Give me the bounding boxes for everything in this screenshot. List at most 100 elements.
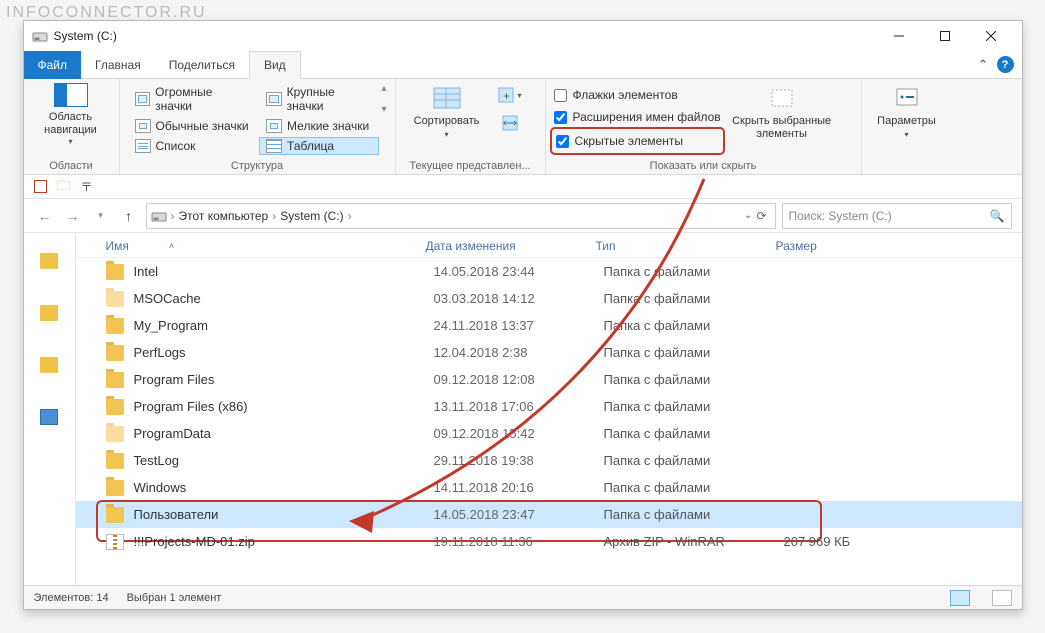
file-row[interactable]: Пользователи14.05.2018 23:47Папка с файл…	[76, 501, 1022, 528]
file-date: 09.12.2018 12:08	[434, 372, 604, 387]
sidebar-quick-access-icon[interactable]	[40, 253, 58, 269]
crumb-drive[interactable]: System (C:)	[280, 209, 343, 223]
checkbox-item-flags[interactable]: Флажки элементов	[554, 85, 721, 105]
menu-view[interactable]: Вид	[249, 51, 301, 79]
column-header-date[interactable]: Дата изменения	[426, 239, 596, 253]
sidebar-folder-icon[interactable]	[40, 357, 58, 373]
chevron-right-icon[interactable]: ›	[348, 209, 352, 223]
search-input[interactable]: Поиск: System (C:) 🔍	[782, 203, 1012, 229]
checkbox-file-extensions[interactable]: Расширения имен файлов	[554, 107, 721, 127]
select-all-checkbox[interactable]	[34, 180, 47, 193]
file-type: Папка с файлами	[604, 453, 784, 468]
column-header-type[interactable]: Тип	[596, 239, 776, 253]
file-row[interactable]: Intel14.05.2018 23:44Папка с файлами	[76, 258, 1022, 285]
address-dropdown-icon[interactable]: ⌄	[744, 210, 752, 221]
close-button[interactable]	[968, 21, 1014, 51]
filter-indicator-icon[interactable]: 〒	[81, 178, 93, 195]
folder-icon	[106, 372, 124, 388]
hide-selected-button[interactable]: Скрыть выбранные элементы	[727, 83, 837, 141]
file-row[interactable]: !!!Projects-MD-01.zip19.11.2018 11:36Арх…	[76, 528, 1022, 555]
ribbon-group-regions-label: Области	[32, 158, 111, 172]
sort-button[interactable]: Сортировать ▾	[404, 83, 490, 141]
file-name: Пользователи	[134, 507, 434, 522]
search-icon: 🔍	[990, 209, 1005, 223]
maximize-icon	[940, 31, 950, 41]
nav-up-button[interactable]: ↑	[118, 205, 140, 227]
sidebar-folder-icon[interactable]	[40, 305, 58, 321]
file-date: 14.05.2018 23:44	[434, 264, 604, 279]
file-rows: Intel14.05.2018 23:44Папка с файламиMSOC…	[76, 258, 1022, 585]
nav-pane-icon	[54, 83, 88, 107]
maximize-button[interactable]	[922, 21, 968, 51]
explorer-window: System (C:) Файл Главная Поделиться Вид …	[23, 20, 1023, 610]
file-type: Папка с файлами	[604, 399, 784, 414]
menu-share[interactable]: Поделиться	[155, 51, 249, 79]
ribbon-group-showhide-label: Показать или скрыть	[554, 158, 853, 172]
layout-small-icons[interactable]: Мелкие значки	[259, 117, 379, 135]
file-name: MSOCache	[134, 291, 434, 306]
file-date: 12.04.2018 2:38	[434, 345, 604, 360]
file-row[interactable]: MSOCache03.03.2018 14:12Папка с файлами	[76, 285, 1022, 312]
view-details-button[interactable]	[950, 590, 970, 606]
file-date: 14.11.2018 20:16	[434, 480, 604, 495]
layout-large-icons[interactable]: Крупные значки	[259, 83, 379, 115]
autosize-button[interactable]	[496, 111, 524, 135]
chevron-right-icon[interactable]: ›	[171, 209, 175, 223]
layout-scroll-up-icon[interactable]: ▴	[381, 83, 386, 94]
nav-recent-button[interactable]: ▾	[90, 205, 112, 227]
file-row[interactable]: Windows14.11.2018 20:16Папка с файлами	[76, 474, 1022, 501]
file-row[interactable]: TestLog29.11.2018 19:38Папка с файлами	[76, 447, 1022, 474]
layout-list[interactable]: Список	[128, 137, 258, 155]
sidebar-this-pc-icon[interactable]	[40, 409, 58, 425]
checkbox-flags-label: Флажки элементов	[573, 88, 678, 102]
sort-label: Сортировать	[414, 115, 480, 128]
file-row[interactable]: ProgramData09.12.2018 15:42Папка с файла…	[76, 420, 1022, 447]
chevron-right-icon[interactable]: ›	[272, 209, 276, 223]
file-row[interactable]: Program Files (x86)13.11.2018 17:06Папка…	[76, 393, 1022, 420]
window-title: System (C:)	[54, 29, 117, 43]
options-icon	[891, 85, 923, 111]
help-icon[interactable]: ?	[997, 56, 1014, 73]
layout-normal-icons[interactable]: Обычные значки	[128, 117, 258, 135]
file-row[interactable]: Program Files09.12.2018 12:08Папка с фай…	[76, 366, 1022, 393]
column-header-name[interactable]: Имя˄	[106, 239, 426, 253]
column-header-size[interactable]: Размер	[776, 239, 896, 253]
breadcrumb[interactable]: › Этот компьютер › System (C:) › ⌄ ⟳	[146, 203, 776, 229]
statusbar: Элементов: 14 Выбран 1 элемент	[24, 585, 1022, 609]
titlebar: System (C:)	[24, 21, 1022, 51]
search-placeholder: Поиск: System (C:)	[789, 209, 892, 223]
refresh-icon[interactable]: ⟳	[756, 209, 766, 223]
view-thumbnails-button[interactable]	[992, 590, 1012, 606]
options-button[interactable]: Параметры ▾	[870, 83, 944, 141]
minimize-button[interactable]	[876, 21, 922, 51]
checkbox-ext-label: Расширения имен файлов	[573, 110, 721, 124]
menu-home[interactable]: Главная	[81, 51, 155, 79]
file-row[interactable]: PerfLogs12.04.2018 2:38Папка с файлами	[76, 339, 1022, 366]
zip-icon	[106, 534, 124, 550]
nav-forward-button[interactable]: →	[62, 205, 84, 227]
layout-scroll-down-icon[interactable]: ▾	[381, 104, 386, 115]
drive-icon	[151, 208, 167, 224]
file-size: 207 969 КБ	[784, 534, 904, 549]
file-type: Папка с файлами	[604, 318, 784, 333]
status-count: Элементов: 14	[34, 592, 109, 604]
ribbon-collapse-icon[interactable]: ⌃	[978, 57, 989, 73]
checkbox-hidden-items[interactable]: Скрытые элементы	[556, 131, 719, 151]
file-type: Папка с файлами	[604, 507, 784, 522]
file-date: 13.11.2018 17:06	[434, 399, 604, 414]
svg-text:+: +	[503, 89, 510, 103]
folder-icon: 🗀	[57, 175, 71, 199]
layout-huge-icons[interactable]: Огромные значки	[128, 83, 258, 115]
file-date: 24.11.2018 13:37	[434, 318, 604, 333]
layout-table-label: Таблица	[287, 139, 334, 153]
hide-selected-icon	[766, 85, 798, 111]
file-name: !!!Projects-MD-01.zip	[134, 534, 434, 549]
nav-pane-button[interactable]: Область навигации ▾	[32, 83, 110, 146]
nav-back-button[interactable]: ←	[34, 205, 56, 227]
crumb-this-pc[interactable]: Этот компьютер	[179, 209, 269, 223]
nav-tree-sidebar[interactable]	[24, 233, 76, 585]
layout-table[interactable]: Таблица	[259, 137, 379, 155]
file-row[interactable]: My_Program24.11.2018 13:37Папка с файлам…	[76, 312, 1022, 339]
add-column-button[interactable]: +▾	[496, 83, 524, 107]
menu-file[interactable]: Файл	[24, 51, 82, 79]
